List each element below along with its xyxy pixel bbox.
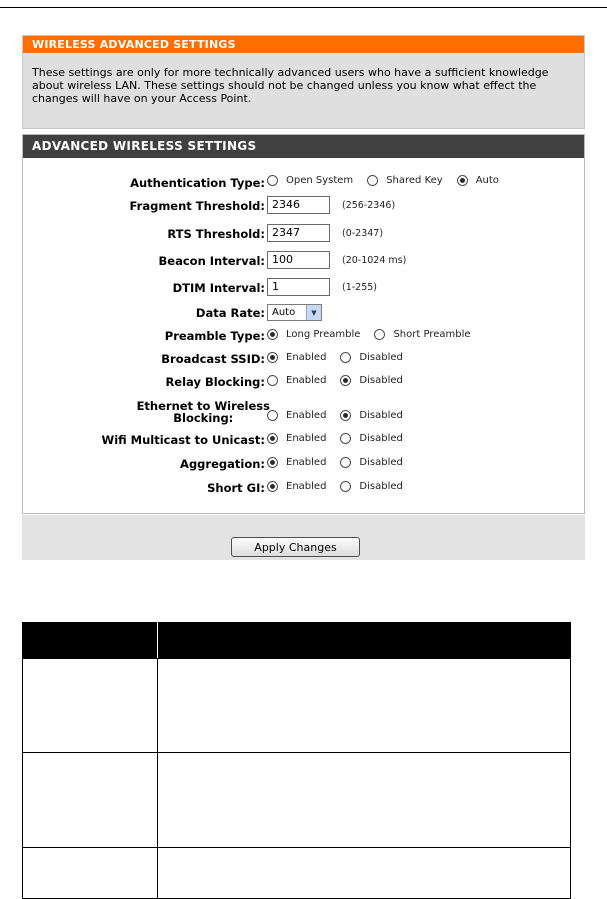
dtim-interval-range: (1-255): [342, 281, 378, 293]
broadcast-ssid-disabled-label: Disabled: [359, 352, 403, 363]
relay-blocking-enabled-radio[interactable]: [267, 375, 278, 386]
apply-changes-button[interactable]: Apply Changes: [231, 537, 360, 557]
authentication-type-label: Authentication Type:: [130, 176, 265, 190]
aggregation-enabled-radio[interactable]: [267, 457, 278, 468]
auth-shared-key-radio[interactable]: [367, 175, 379, 186]
rts-threshold-range: (0-2347): [342, 227, 384, 239]
short-gi-disabled-radio[interactable]: [340, 481, 352, 492]
relay-blocking-disabled-radio[interactable]: [340, 375, 352, 386]
ethernet-blocking-enabled-label: Enabled: [286, 410, 327, 421]
broadcast-ssid-disabled-radio[interactable]: [340, 352, 352, 363]
aggregation-label: Aggregation:: [180, 457, 265, 471]
intro-panel: WIRELESS ADVANCED SETTINGS These setting…: [22, 35, 585, 129]
broadcast-ssid-enabled-label: Enabled: [286, 352, 327, 363]
dtim-interval-input[interactable]: 1: [267, 278, 330, 296]
short-gi-disabled-label: Disabled: [359, 481, 403, 492]
broadcast-ssid-enabled-radio[interactable]: [267, 352, 278, 363]
table-header-divider: [157, 622, 158, 658]
ethernet-blocking-enabled-radio[interactable]: [267, 410, 278, 421]
multicast-disabled-radio[interactable]: [340, 433, 352, 444]
dtim-interval-label: DTIM Interval:: [172, 281, 265, 295]
aggregation-disabled-radio[interactable]: [340, 457, 352, 468]
fragment-threshold-label: Fragment Threshold:: [129, 199, 265, 213]
aggregation-enabled-label: Enabled: [286, 457, 327, 468]
multicast-enabled-label: Enabled: [286, 433, 327, 444]
beacon-interval-input[interactable]: 100: [267, 251, 330, 269]
multicast-enabled-radio[interactable]: [267, 433, 278, 444]
fragment-threshold-input[interactable]: 2346: [267, 196, 330, 214]
chevron-down-icon[interactable]: ▼: [306, 305, 321, 320]
auth-auto-label: Auto: [475, 175, 499, 186]
ethernet-blocking-disabled-radio[interactable]: [340, 410, 352, 421]
preamble-long-radio[interactable]: [267, 329, 278, 340]
rts-threshold-input[interactable]: 2347: [267, 224, 330, 242]
ethernet-blocking-disabled-label: Disabled: [359, 410, 403, 421]
beacon-interval-range: (20-1024 ms): [342, 254, 407, 266]
parameter-table: [22, 622, 571, 899]
advanced-settings-panel: ADVANCED WIRELESS SETTINGS Authenticatio…: [22, 134, 585, 514]
short-gi-enabled-radio[interactable]: [267, 481, 278, 492]
data-rate-value: Auto: [272, 307, 296, 318]
auth-shared-key-label: Shared Key: [386, 175, 443, 186]
table-cell: [22, 658, 158, 753]
auth-auto-radio[interactable]: [456, 175, 468, 186]
relay-blocking-enabled-label: Enabled: [286, 375, 327, 386]
table-header: [22, 622, 571, 658]
short-gi-enabled-label: Enabled: [286, 481, 327, 492]
table-cell: [157, 752, 571, 848]
intro-description: These settings are only for more technic…: [23, 53, 584, 128]
table-cell: [22, 847, 158, 899]
preamble-long-label: Long Preamble: [286, 329, 361, 340]
table-cell: [157, 847, 571, 899]
apply-bar: Apply Changes: [22, 515, 585, 560]
beacon-interval-label: Beacon Interval:: [158, 254, 265, 268]
preamble-short-radio[interactable]: [374, 329, 386, 340]
auth-open-system-radio[interactable]: [267, 175, 278, 186]
table-cell: [157, 658, 571, 753]
rts-threshold-label: RTS Threshold:: [167, 227, 265, 241]
relay-blocking-label: Relay Blocking:: [165, 375, 265, 389]
table-cell: [22, 752, 158, 848]
short-gi-label: Short GI:: [207, 481, 265, 495]
preamble-type-label: Preamble Type:: [164, 329, 265, 343]
preamble-short-label: Short Preamble: [393, 329, 471, 340]
ethernet-wireless-blocking-label-line2: Blocking:: [173, 411, 234, 425]
data-rate-select[interactable]: Auto ▼: [267, 304, 322, 321]
auth-open-system-label: Open System: [286, 175, 354, 186]
page-top-rule: [0, 7, 607, 8]
intro-title: WIRELESS ADVANCED SETTINGS: [23, 36, 584, 53]
multicast-disabled-label: Disabled: [359, 433, 403, 444]
data-rate-label: Data Rate:: [195, 306, 265, 320]
aggregation-disabled-label: Disabled: [359, 457, 403, 468]
broadcast-ssid-label: Broadcast SSID:: [161, 352, 265, 366]
relay-blocking-disabled-label: Disabled: [359, 375, 403, 386]
advanced-settings-title: ADVANCED WIRELESS SETTINGS: [23, 135, 584, 158]
fragment-threshold-range: (256-2346): [342, 199, 396, 211]
wifi-multicast-label: Wifi Multicast to Unicast:: [101, 433, 265, 447]
ethernet-wireless-blocking-label: Ethernet to Wireless Blocking:: [137, 400, 270, 424]
